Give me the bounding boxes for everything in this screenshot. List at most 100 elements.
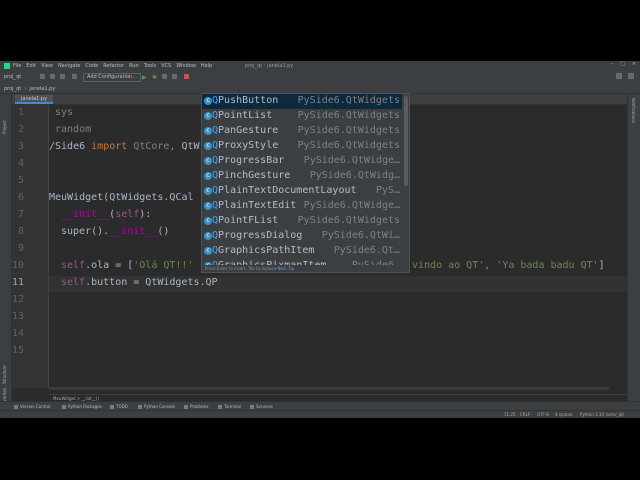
line-number: 9 xyxy=(17,243,24,254)
line-number: 2 xyxy=(17,124,24,135)
back-icon[interactable] xyxy=(72,74,77,79)
code-line-1[interactable]: sys xyxy=(55,107,73,118)
python-console-tab[interactable]: Python Console xyxy=(138,404,175,409)
completion-item[interactable]: c QPointFList PySide6.QtWidgets xyxy=(202,214,402,229)
completion-item[interactable]: c QPlainTextDocumentLayout PyS… xyxy=(202,184,402,199)
code-token: QtCore xyxy=(127,141,170,152)
code-token: self xyxy=(115,209,140,220)
menu-help[interactable]: Help xyxy=(201,63,212,69)
run-icon[interactable]: ▶ xyxy=(142,74,147,81)
completion-type: PySide6.QtWidge… xyxy=(303,200,400,211)
coverage-icon[interactable] xyxy=(162,74,167,79)
tab-label: TODO xyxy=(116,404,128,409)
line-number: 12 xyxy=(12,294,25,305)
menu-refactor[interactable]: Refactor xyxy=(103,63,124,69)
class-icon: c xyxy=(204,172,212,180)
project-name[interactable]: proj_qt xyxy=(4,74,21,80)
completion-rest: PointFList xyxy=(218,215,279,226)
completion-rest: PinchGesture xyxy=(218,170,291,181)
completion-name: QPinchGesture xyxy=(212,170,290,181)
completion-popup: c QPushButton PySide6.QtWidgets c QPointLis… xyxy=(201,93,410,273)
menu-view[interactable]: View xyxy=(41,63,53,69)
menu-file[interactable]: File xyxy=(13,63,21,69)
line-number: 4 xyxy=(17,158,24,169)
profile-icon[interactable] xyxy=(172,74,177,79)
completion-item[interactable]: c QGraphicsPathItem PySide6.Qt… xyxy=(202,244,402,259)
code-line-11[interactable]: self.button = QtWidgets.QP xyxy=(61,277,218,288)
menu-vcs[interactable]: VCS xyxy=(161,63,171,69)
horizontal-scrollbar[interactable] xyxy=(49,387,609,390)
class-icon: c xyxy=(204,232,212,240)
breadcrumb-project[interactable]: proj_qt xyxy=(4,86,21,92)
completion-item[interactable]: c QPinchGesture PySide6.QtWidg… xyxy=(202,169,402,184)
line-separator[interactable]: CRLF xyxy=(520,412,530,417)
settings-icon[interactable] xyxy=(628,73,634,79)
right-tool-strip: Notifications xyxy=(627,94,640,407)
services-tab[interactable]: Services xyxy=(250,404,273,409)
minimize-icon[interactable]: – xyxy=(611,61,614,67)
completion-item[interactable]: c QPanGesture PySide6.QtWidgets xyxy=(202,124,402,139)
python-interpreter[interactable]: Python 3.10 (venv_qt) xyxy=(580,412,624,417)
class-icon: c xyxy=(204,127,212,135)
file-encoding[interactable]: UTF-8 xyxy=(537,412,549,417)
completion-rest: PointList xyxy=(218,110,273,121)
tab-label: Version Control xyxy=(20,404,51,409)
stop-icon[interactable] xyxy=(184,74,189,79)
menu-run[interactable]: Run xyxy=(129,63,139,69)
package-icon xyxy=(62,405,66,409)
menu-navigate[interactable]: Navigate xyxy=(58,63,80,69)
code-line-2[interactable]: random xyxy=(55,124,91,135)
caret-position[interactable]: 11:25 xyxy=(504,412,516,417)
add-configuration-button[interactable]: Add Configuration... xyxy=(83,73,141,82)
completion-item[interactable]: c QPlainTextEdit PySide6.QtWidge… xyxy=(202,199,402,214)
problems-tab[interactable]: Problems xyxy=(184,404,208,409)
open-icon[interactable] xyxy=(40,74,45,79)
code-line-10-tail[interactable]: vindo ao QT', 'Ya bada badu QT'] xyxy=(412,260,605,271)
code-token: super(). xyxy=(61,226,110,237)
python-packages-tab[interactable]: Python Packages xyxy=(62,404,102,409)
sync-icon[interactable] xyxy=(60,74,65,79)
code-token: , xyxy=(169,141,182,152)
project-tool-tab[interactable]: Project xyxy=(2,120,7,134)
structure-tool-tab[interactable]: Structure xyxy=(2,365,7,384)
menu-tools[interactable]: Tools xyxy=(144,63,156,69)
close-icon[interactable]: × xyxy=(632,61,636,67)
completion-item[interactable]: c QProgressBar PySide6.QtWidge… xyxy=(202,154,402,169)
version-control-tab[interactable]: Version Control xyxy=(14,404,50,409)
code-token: , xyxy=(484,260,497,271)
tab-label: Problems xyxy=(190,404,209,409)
save-icon[interactable] xyxy=(50,74,55,79)
tab-janela1[interactable]: janela1.py xyxy=(15,95,54,104)
search-everywhere-icon[interactable] xyxy=(616,73,622,79)
code-line-7[interactable]: __init__(self): xyxy=(61,209,151,220)
breadcrumb-file[interactable]: janela1.py xyxy=(29,86,55,92)
completion-item[interactable]: c QProgressDialog PySide6.QtWi… xyxy=(202,229,402,244)
completion-item[interactable]: c QProxyStyle PySide6.QtWidgets xyxy=(202,139,402,154)
tab-label: Services xyxy=(256,404,273,409)
completion-item[interactable]: c QPushButton PySide6.QtWidgets xyxy=(202,94,402,109)
code-token: /Side6 xyxy=(49,141,92,152)
code-token: .button = QtWidgets.QP xyxy=(85,277,218,288)
menu-window[interactable]: Window xyxy=(176,63,196,69)
todo-tab[interactable]: TODO xyxy=(110,404,128,409)
terminal-tab[interactable]: Terminal xyxy=(218,404,241,409)
completion-item[interactable]: c QPointList PySide6.QtWidgets xyxy=(202,109,402,124)
notifications-tool-tab[interactable]: Notifications xyxy=(631,98,636,123)
maximize-icon[interactable]: □ xyxy=(620,61,625,67)
tab-label: Python Packages xyxy=(68,404,102,409)
completion-scrollbar[interactable] xyxy=(404,96,408,186)
completion-name: QPointFList xyxy=(212,215,278,226)
debug-icon[interactable]: ✱ xyxy=(152,74,157,81)
code-token: 'Ya bada badu QT' xyxy=(496,260,599,271)
code-line-10[interactable]: self.ola = ['Olá QT!!' xyxy=(61,260,193,271)
code-line-3[interactable]: /Side6 import QtCore, QtW xyxy=(49,141,200,152)
next-tip-link[interactable]: Next Tip xyxy=(277,266,294,271)
code-token: 'Olá QT!!' xyxy=(133,260,194,271)
code-line-6[interactable]: MeuWidget(QtWidgets.QCal xyxy=(49,192,194,203)
menu-edit[interactable]: Edit xyxy=(26,63,36,69)
indent-setting[interactable]: 4 spaces xyxy=(555,412,573,417)
code-line-8[interactable]: super().__init__() xyxy=(61,226,169,237)
menu-code[interactable]: Code xyxy=(85,63,98,69)
completion-name: QProgressBar xyxy=(212,155,284,166)
completion-type: PySide6.QtWi… xyxy=(321,230,400,241)
